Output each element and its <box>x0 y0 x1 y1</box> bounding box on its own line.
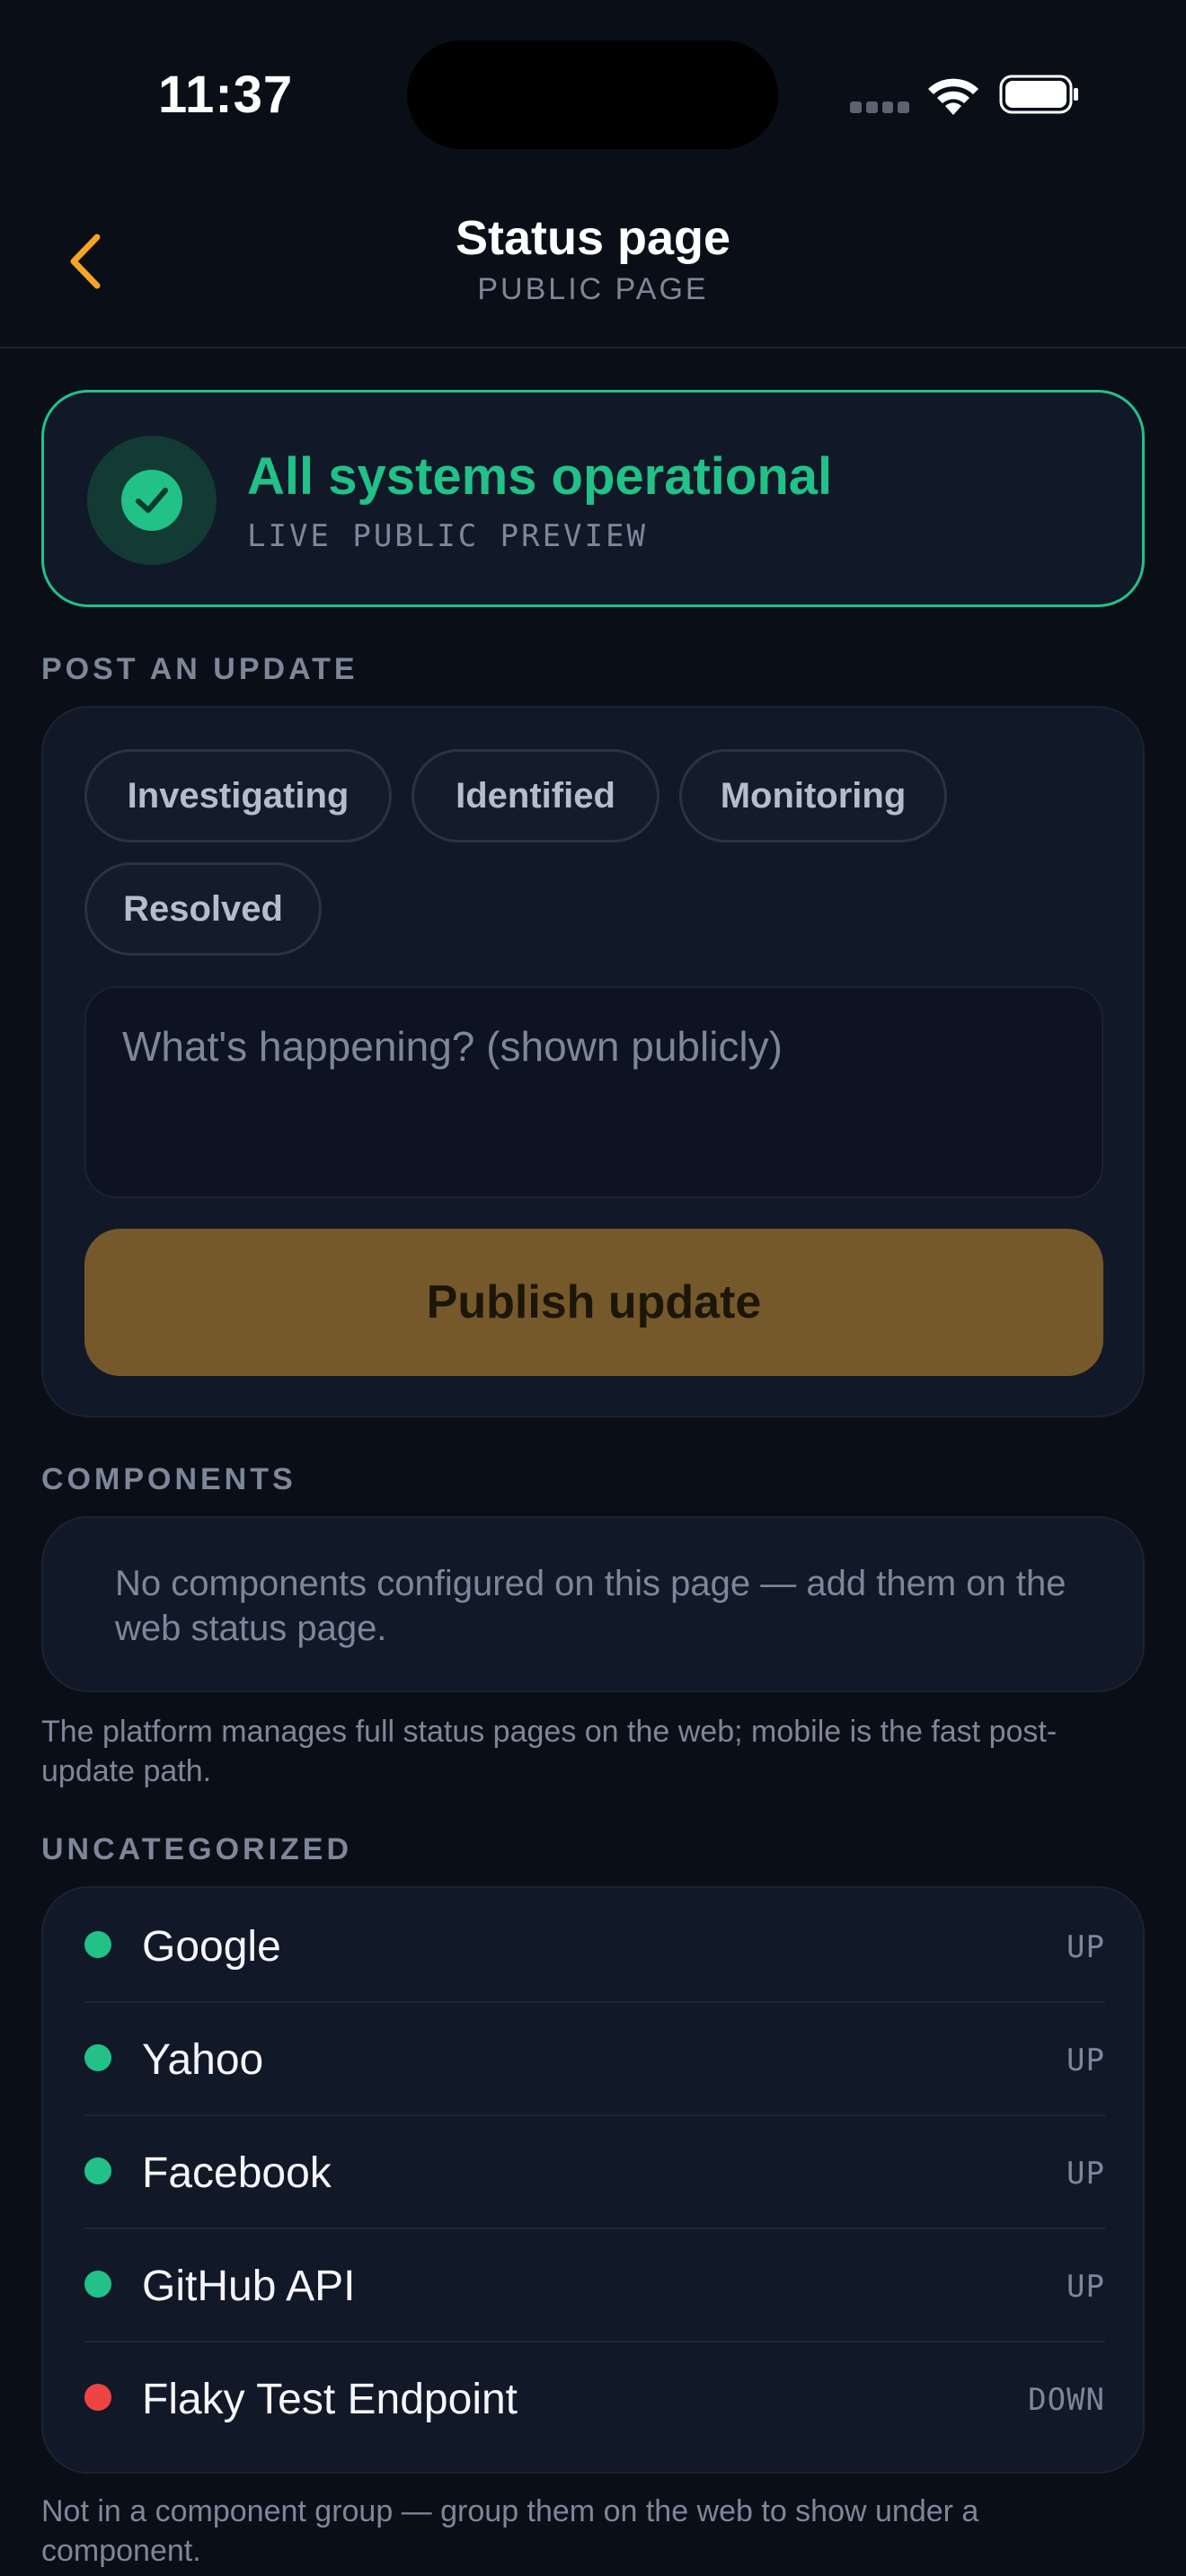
nav-header: Status page PUBLIC PAGE <box>0 180 1186 348</box>
components-empty-text: No components configured on this page — … <box>115 1564 1067 1648</box>
monitor-state: UP <box>1067 2042 1105 2078</box>
overall-status-card: All systems operational LIVE PUBLIC PREV… <box>41 390 1145 607</box>
monitor-list: Google UP Yahoo UP Facebook UP GitHub AP… <box>41 1886 1145 2474</box>
status-dot <box>84 2157 111 2184</box>
list-item[interactable]: Facebook UP <box>43 2114 1143 2228</box>
list-item[interactable]: Flaky Test Endpoint DOWN <box>43 2341 1143 2454</box>
divider <box>84 2001 1105 2003</box>
status-bar: 11:37 <box>0 0 1186 180</box>
monitor-name: Flaky Test Endpoint <box>142 2376 518 2423</box>
wifi-icon <box>928 78 978 115</box>
uncategorized-note: Not in a component group — group them on… <box>41 2494 979 2568</box>
status-dot <box>84 2271 111 2298</box>
status-dot <box>84 1931 111 1958</box>
list-item[interactable]: Yahoo UP <box>43 2001 1143 2114</box>
monitor-name: Google <box>142 1923 281 1971</box>
monitor-state: DOWN <box>1028 2382 1105 2418</box>
page-subtitle: PUBLIC PAGE <box>477 272 709 306</box>
checkmark-circle-icon <box>87 436 217 565</box>
post-update-section-label: POST AN UPDATE <box>41 652 358 686</box>
clock: 11:37 <box>158 66 294 124</box>
components-note: The platform manages full status pages o… <box>41 1715 1058 1788</box>
overall-status-title: All systems operational <box>247 447 833 506</box>
components-card: No components configured on this page — … <box>41 1516 1145 1692</box>
monitor-name: Yahoo <box>142 2036 264 2084</box>
divider <box>84 2228 1105 2229</box>
overall-status-subtitle: LIVE PUBLIC PREVIEW <box>247 518 648 554</box>
status-dot <box>84 2044 111 2071</box>
monitor-state: UP <box>1067 2156 1105 2192</box>
publish-update-button[interactable]: Publish update <box>84 1229 1103 1376</box>
monitor-state: UP <box>1067 2269 1105 2305</box>
monitor-state: UP <box>1067 1929 1105 1965</box>
battery-icon <box>999 75 1078 114</box>
monitor-name: GitHub API <box>142 2263 356 2310</box>
chip-monitoring[interactable]: Monitoring <box>679 749 947 842</box>
dynamic-island <box>407 40 778 149</box>
chip-resolved[interactable]: Resolved <box>84 862 322 956</box>
list-item[interactable]: GitHub API UP <box>43 2228 1143 2341</box>
monitor-name: Facebook <box>142 2149 332 2197</box>
divider <box>84 2114 1105 2116</box>
status-dot <box>84 2384 111 2411</box>
divider <box>84 2341 1105 2342</box>
chip-identified[interactable]: Identified <box>412 749 659 842</box>
page-title: Status page <box>455 211 731 265</box>
post-update-card: Investigating Identified Monitoring Reso… <box>41 706 1145 1417</box>
chip-investigating[interactable]: Investigating <box>84 749 392 842</box>
update-message-input[interactable] <box>84 986 1103 1198</box>
components-section-label: COMPONENTS <box>41 1462 296 1496</box>
list-item[interactable]: Google UP <box>43 1888 1143 2001</box>
cellular-signal-icon <box>850 101 909 114</box>
uncategorized-section-label: UNCATEGORIZED <box>41 1832 353 1866</box>
